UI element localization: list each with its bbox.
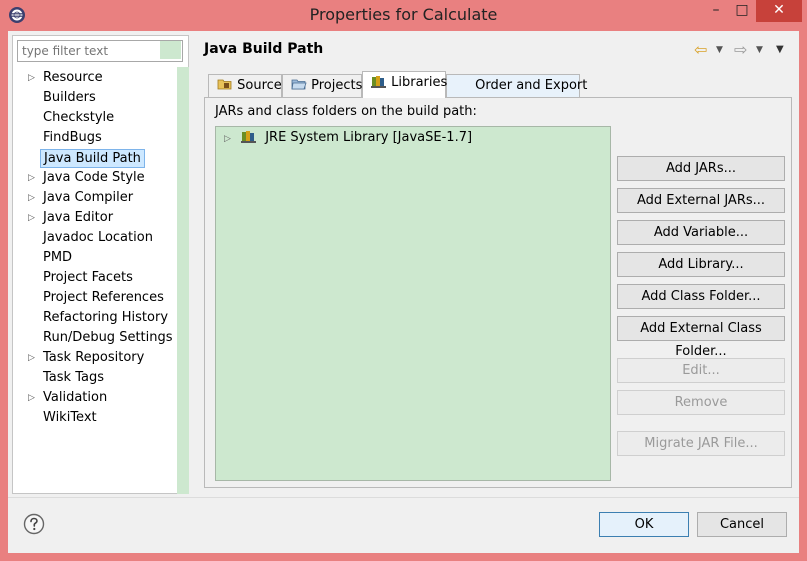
library-books-icon <box>371 76 386 88</box>
tree-item-label: Project References <box>43 290 164 305</box>
tree-item-label: Checkstyle <box>43 110 115 125</box>
tree-item-resource[interactable]: ▷ Resource <box>13 68 177 88</box>
tree-item-checkstyle[interactable]: Checkstyle <box>13 108 177 128</box>
add-jars-button[interactable]: Add JARs... <box>617 156 785 181</box>
tree-item-label: Task Tags <box>43 370 104 385</box>
add-library-button[interactable]: Add Library... <box>617 252 785 277</box>
tree-item-validation[interactable]: ▷ Validation <box>13 388 177 408</box>
tree-item-label: Project Facets <box>43 270 133 285</box>
libraries-tab-panel: JARs and class folders on the build path… <box>204 97 792 488</box>
tree-item-label: Task Repository <box>43 350 145 365</box>
tree-item-label: Java Editor <box>43 210 114 225</box>
view-menu-icon[interactable]: ▼ <box>776 41 784 59</box>
tree-item-label: Refactoring History <box>43 310 169 325</box>
remove-button[interactable]: Remove <box>617 390 785 415</box>
title-bar[interactable]: Properties for Calculate – □ ✕ <box>0 0 807 30</box>
tree-item-label: FindBugs <box>43 130 102 145</box>
forward-dropdown-icon[interactable]: ▼ <box>756 41 763 59</box>
ok-button[interactable]: OK <box>599 512 689 537</box>
migrate-jar-button[interactable]: Migrate JAR File... <box>617 431 785 456</box>
tree-item-pmd[interactable]: PMD <box>13 248 177 268</box>
maximize-button[interactable]: □ <box>730 0 754 22</box>
libraries-heading: JARs and class folders on the build path… <box>215 104 477 119</box>
expand-arrow-icon[interactable]: ▷ <box>224 134 231 144</box>
tree-item-refactoring-history[interactable]: Refactoring History <box>13 308 177 328</box>
tree-item-label: WikiText <box>43 410 97 425</box>
tab-source[interactable]: Source <box>208 74 282 98</box>
preference-tree: ▷ Resource Builders Checkstyle FindBugs … <box>13 68 177 428</box>
cancel-button[interactable]: Cancel <box>697 512 787 537</box>
tree-item-label: Java Compiler <box>43 190 134 205</box>
tree-item-java-editor[interactable]: ▷ Java Editor <box>13 208 177 228</box>
preference-tree-panel: ▷ Resource Builders Checkstyle FindBugs … <box>12 35 189 494</box>
jre-library-icon <box>241 131 257 143</box>
tab-label: Projects <box>311 78 363 93</box>
tree-item-label: Java Build Path <box>40 149 145 168</box>
expand-arrow-icon[interactable]: ▷ <box>28 208 35 228</box>
tree-item-javadoc-location[interactable]: Javadoc Location <box>13 228 177 248</box>
tree-item-findbugs[interactable]: FindBugs <box>13 128 177 148</box>
edit-button[interactable]: Edit... <box>617 358 785 383</box>
tab-order-and-export[interactable]: Order and Export <box>446 74 587 98</box>
project-folder-icon <box>291 79 307 90</box>
tree-item-label: PMD <box>43 250 73 265</box>
tree-item-java-code-style[interactable]: ▷ Java Code Style <box>13 168 177 188</box>
tree-item-task-tags[interactable]: Task Tags <box>13 368 177 388</box>
back-arrow-icon[interactable]: ⇦ <box>694 41 707 59</box>
list-item[interactable]: ▷ JRE System Library [JavaSE-1.7] <box>224 129 472 147</box>
tree-item-java-build-path[interactable]: Java Build Path <box>13 148 177 168</box>
add-variable-button[interactable]: Add Variable... <box>617 220 785 245</box>
dialog-client-area: ▷ Resource Builders Checkstyle FindBugs … <box>8 31 799 553</box>
expand-arrow-icon[interactable]: ▷ <box>28 348 35 368</box>
back-dropdown-icon[interactable]: ▼ <box>716 41 723 59</box>
tree-item-project-references[interactable]: Project References <box>13 288 177 308</box>
add-external-class-folder-button[interactable]: Add External Class Folder... <box>617 316 785 359</box>
add-external-jars-button[interactable]: Add External JARs... <box>617 188 785 213</box>
library-list[interactable]: ▷ JRE System Library [JavaSE-1.7] <box>215 126 611 481</box>
tree-item-label: Validation <box>43 390 108 405</box>
help-icon[interactable] <box>23 513 45 535</box>
properties-window: Properties for Calculate – □ ✕ ▷ Resourc… <box>0 0 807 561</box>
add-class-folder-button[interactable]: Add Class Folder... <box>617 284 785 309</box>
filter-input[interactable] <box>17 40 183 62</box>
tab-label: Libraries <box>391 75 448 90</box>
footer-divider <box>8 497 799 498</box>
page-title: Java Build Path <box>204 41 324 57</box>
library-entry-label: JRE System Library [JavaSE-1.7] <box>265 130 473 145</box>
tab-label: Order and Export <box>475 78 588 93</box>
tree-item-builders[interactable]: Builders <box>13 88 177 108</box>
tree-item-label: Builders <box>43 90 96 105</box>
source-folder-icon <box>217 79 232 90</box>
order-export-icon <box>455 77 471 91</box>
tree-item-label: Java Code Style <box>43 170 145 185</box>
expand-arrow-icon[interactable]: ▷ <box>28 188 35 208</box>
tree-item-label: Run/Debug Settings <box>43 330 173 345</box>
expand-arrow-icon[interactable]: ▷ <box>28 388 35 408</box>
tree-item-wikitext[interactable]: WikiText <box>13 408 177 428</box>
tree-item-task-repository[interactable]: ▷ Task Repository <box>13 348 177 368</box>
tree-item-project-facets[interactable]: Project Facets <box>13 268 177 288</box>
filter-clear-button[interactable] <box>160 41 181 59</box>
tab-projects[interactable]: Projects <box>282 74 362 98</box>
expand-arrow-icon[interactable]: ▷ <box>28 168 35 188</box>
tree-scrollbar[interactable] <box>177 67 189 494</box>
tree-item-label: Javadoc Location <box>43 230 153 245</box>
close-button[interactable]: ✕ <box>756 0 802 22</box>
window-title: Properties for Calculate <box>309 5 498 24</box>
minimize-button[interactable]: – <box>704 0 728 22</box>
tab-label: Source <box>237 78 282 93</box>
tree-item-label: Resource <box>43 70 103 85</box>
expand-arrow-icon[interactable]: ▷ <box>28 68 35 88</box>
tab-libraries[interactable]: Libraries <box>362 71 448 98</box>
tree-item-run-debug-settings[interactable]: Run/Debug Settings <box>13 328 177 348</box>
forward-arrow-icon[interactable]: ⇨ <box>734 41 747 59</box>
tree-item-java-compiler[interactable]: ▷ Java Compiler <box>13 188 177 208</box>
